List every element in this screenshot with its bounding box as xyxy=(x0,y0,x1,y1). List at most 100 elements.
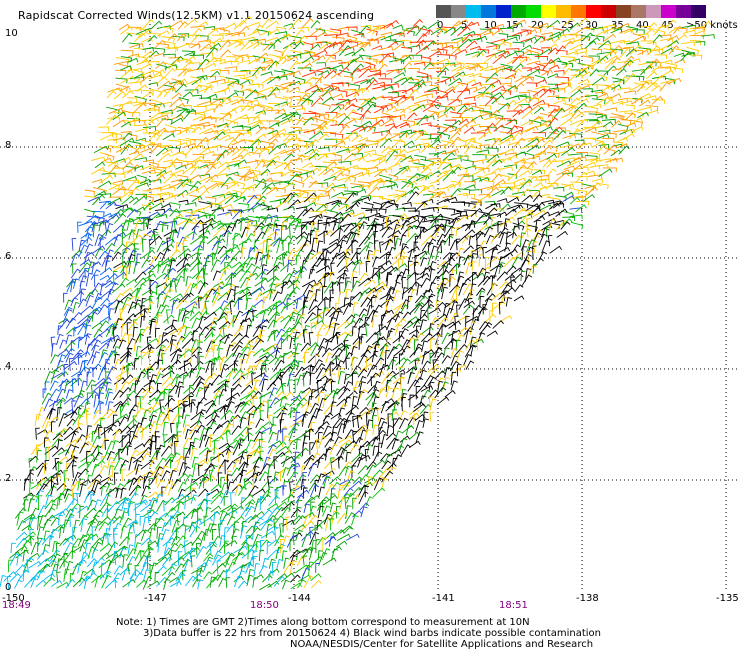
wind-barb xyxy=(113,533,118,548)
wind-barb xyxy=(231,233,242,240)
wind-barb xyxy=(484,158,498,170)
wind-barb xyxy=(121,109,134,118)
wind-barb xyxy=(295,107,306,112)
wind-barb xyxy=(338,407,346,419)
wind-barb xyxy=(514,75,528,83)
wind-barb xyxy=(77,221,82,233)
wind-barb xyxy=(283,137,296,146)
wind-barb xyxy=(401,287,409,300)
wind-barb xyxy=(640,65,653,76)
wind-barb xyxy=(191,437,199,450)
wind-barb xyxy=(372,396,380,408)
wind-barb xyxy=(147,109,160,114)
wind-barb xyxy=(406,148,421,154)
wind-barb xyxy=(107,457,115,469)
wind-barb xyxy=(80,398,90,407)
wind-barb xyxy=(198,58,211,65)
wind-barb xyxy=(303,351,309,364)
wind-barb xyxy=(260,493,271,505)
wind-barb xyxy=(380,434,389,449)
wind-barb xyxy=(97,445,103,456)
wind-barb xyxy=(465,360,475,370)
wind-barb xyxy=(421,351,430,365)
wind-barb xyxy=(84,507,97,517)
wind-barb xyxy=(336,32,350,38)
wind-barb xyxy=(148,351,154,364)
wind-barb xyxy=(122,161,133,170)
wind-barb xyxy=(37,428,48,435)
wind-barb xyxy=(373,159,388,168)
wind-barb xyxy=(666,19,677,28)
wind-barb xyxy=(343,373,351,385)
wind-barb xyxy=(106,504,112,518)
wind-barb xyxy=(378,388,386,399)
wind-barb xyxy=(175,299,187,310)
wind-barb xyxy=(248,315,258,329)
wind-barb xyxy=(630,35,646,43)
wind-barb xyxy=(282,428,287,443)
wind-barb xyxy=(232,505,244,513)
wind-barb xyxy=(351,326,357,337)
wind-barb xyxy=(128,89,143,94)
wind-barb xyxy=(406,24,420,35)
wind-barb xyxy=(378,78,393,84)
wind-barb xyxy=(394,167,408,177)
wind-barb xyxy=(225,108,237,115)
wind-barb xyxy=(310,43,321,51)
wind-barb xyxy=(120,121,132,128)
wind-barb xyxy=(352,493,362,505)
wind-barb xyxy=(408,329,420,335)
wind-barb xyxy=(203,273,209,288)
wind-barb xyxy=(191,195,203,203)
wind-barb xyxy=(79,479,91,486)
wind-barb xyxy=(240,358,246,373)
wind-barb xyxy=(128,81,142,86)
wind-barb xyxy=(407,191,420,203)
wind-barb xyxy=(497,246,511,254)
wind-barb xyxy=(448,148,460,154)
wind-barb xyxy=(216,340,225,351)
wind-barb xyxy=(296,360,304,371)
wind-barb xyxy=(323,403,335,415)
wind-barb xyxy=(182,466,191,476)
wind-barb xyxy=(506,34,520,40)
wind-barb xyxy=(259,440,266,456)
wind-barb xyxy=(58,413,68,427)
wind-barb xyxy=(426,111,438,119)
wind-barb xyxy=(330,401,337,414)
wind-barb xyxy=(296,330,309,338)
wind-barb xyxy=(526,225,531,238)
wind-barb xyxy=(79,442,89,454)
wind-barb xyxy=(183,301,198,310)
wind-barb xyxy=(230,332,243,343)
wind-barb xyxy=(132,102,147,114)
wind-barb xyxy=(266,382,277,391)
wind-barb xyxy=(126,348,133,363)
wind-barb xyxy=(127,97,138,103)
wind-barb xyxy=(646,42,657,47)
wind-barb xyxy=(132,222,148,228)
wind-barb xyxy=(594,29,609,37)
wind-barb xyxy=(479,295,485,308)
wind-barb xyxy=(247,413,254,426)
wind-barb xyxy=(350,480,362,489)
wind-barb xyxy=(541,59,555,71)
wind-barb xyxy=(407,337,416,350)
wind-barb xyxy=(126,445,132,456)
wind-barb xyxy=(44,507,55,517)
wind-barb xyxy=(132,326,139,338)
wind-barb xyxy=(549,245,562,254)
wind-barb xyxy=(181,218,193,230)
wind-barb xyxy=(274,347,282,359)
wind-barb xyxy=(346,470,355,483)
wind-barb xyxy=(428,50,442,58)
wind-barb xyxy=(114,69,127,75)
wind-barb xyxy=(314,75,326,85)
wind-barb xyxy=(513,295,525,302)
wind-barb xyxy=(238,334,250,343)
wind-barb xyxy=(212,344,219,358)
wind-barb xyxy=(168,139,182,146)
wind-barb xyxy=(602,137,615,143)
wind-barb xyxy=(265,250,273,265)
wind-barb xyxy=(351,357,357,372)
